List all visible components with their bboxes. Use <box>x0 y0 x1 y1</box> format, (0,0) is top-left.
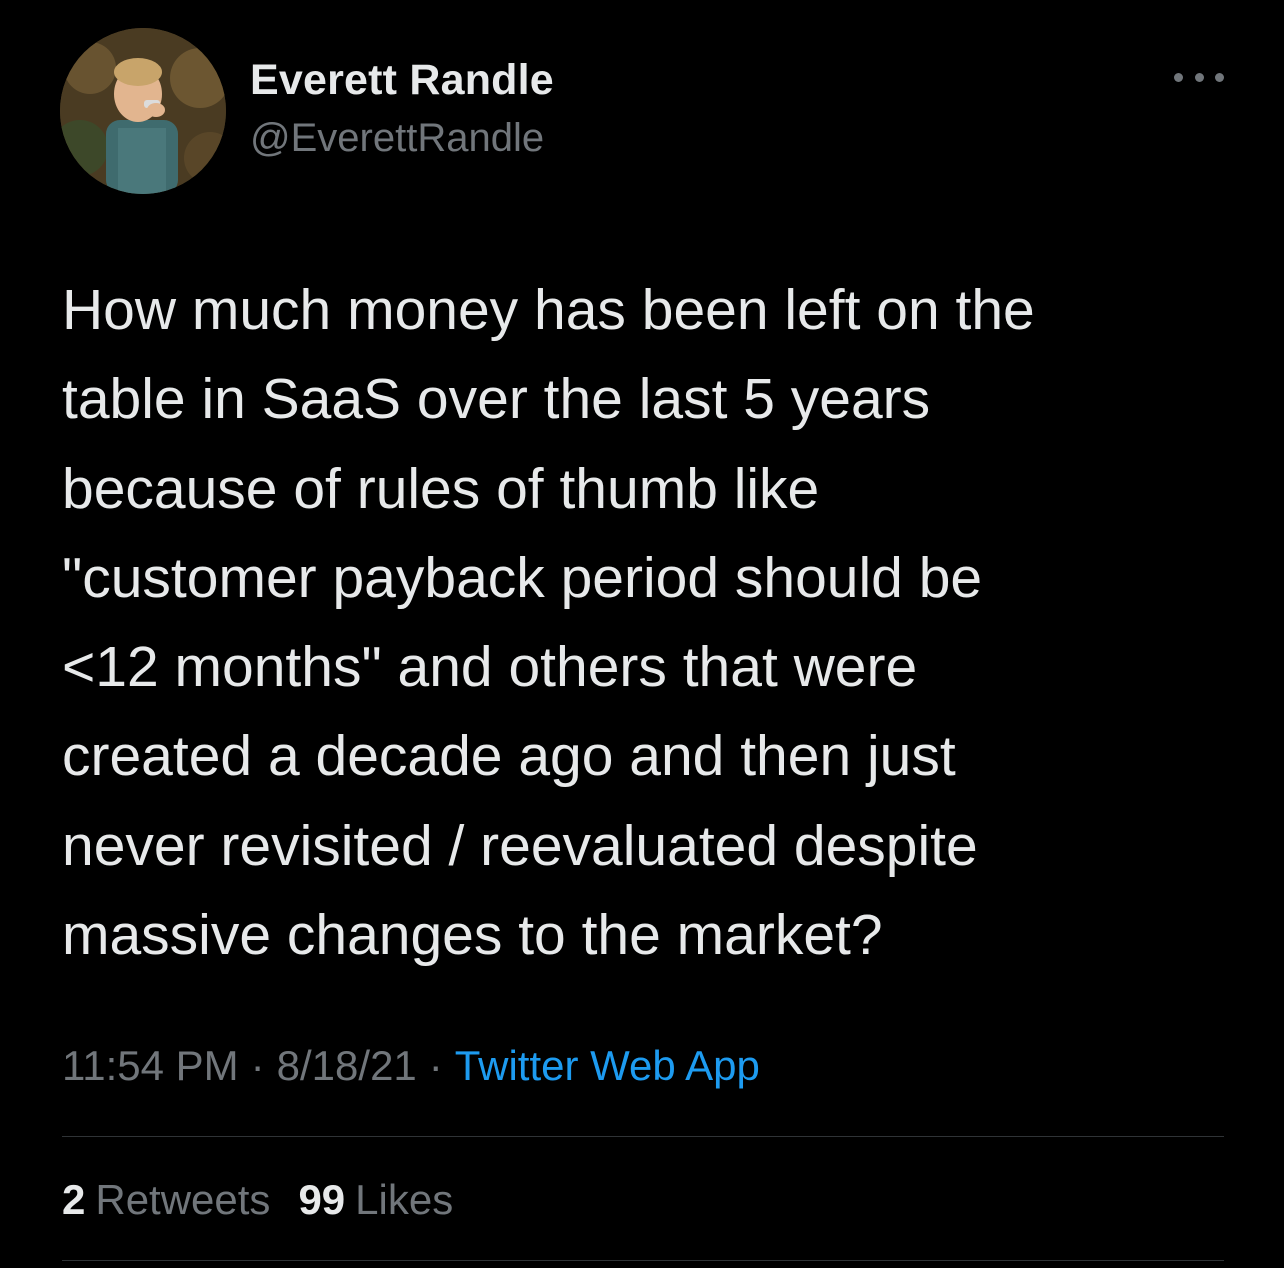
likes-count: 99 <box>298 1176 346 1223</box>
tweet-text-line: table in SaaS over the last 5 years <box>62 367 931 432</box>
tweet-text-line: massive changes to the market? <box>62 903 883 968</box>
author-handle[interactable]: @EverettRandle <box>250 116 544 161</box>
tweet-text: How much money has been left on the tabl… <box>62 266 1242 980</box>
more-horizontal-icon[interactable] <box>1174 62 1224 92</box>
tweet-text-line: How much money has been left on the <box>62 278 1035 342</box>
author-name[interactable]: Everett Randle <box>250 56 554 105</box>
tweet-time[interactable]: 11:54 PM <box>62 1042 239 1089</box>
more-dot <box>1194 72 1204 82</box>
tweet-text-line: because of rules of thumb like <box>62 456 820 521</box>
tweet-text-line: "customer payback period should be <box>62 545 983 610</box>
divider <box>62 1136 1224 1137</box>
likes-stat[interactable]: 99 Likes <box>298 1176 453 1224</box>
tweet-text-line: never revisited / reevaluated despite <box>62 813 978 878</box>
tweet-meta: 11:54 PM · 8/18/21 · Twitter Web App <box>62 1042 760 1090</box>
meta-separator: · <box>250 1042 265 1089</box>
tweet-date[interactable]: 8/18/21 <box>277 1042 417 1089</box>
retweets-label: Retweets <box>95 1176 271 1223</box>
divider <box>62 1260 1224 1261</box>
avatar[interactable] <box>60 28 226 194</box>
retweets-count: 2 <box>62 1176 86 1223</box>
retweets-stat[interactable]: 2 Retweets <box>62 1176 270 1224</box>
avatar-photo <box>60 28 226 194</box>
tweet-text-line: created a decade ago and then just <box>62 724 956 789</box>
tweet-text-line: <12 months" and others that were <box>62 635 918 700</box>
tweet: Everett Randle @EverettRandle How much m… <box>0 0 1284 1268</box>
more-dot <box>1215 72 1224 82</box>
tweet-stats: 2 Retweets 99 Likes <box>62 1176 453 1224</box>
meta-separator: · <box>428 1042 443 1089</box>
tweet-source-link[interactable]: Twitter Web App <box>455 1042 760 1089</box>
more-dot <box>1174 72 1183 82</box>
likes-label: Likes <box>355 1176 454 1223</box>
